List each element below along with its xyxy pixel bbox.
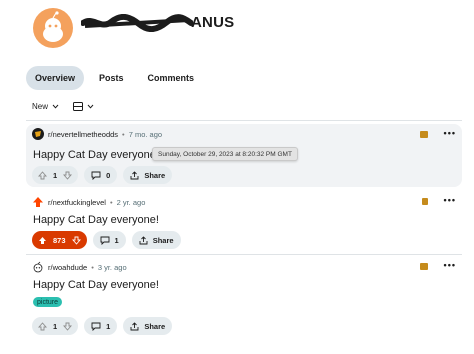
comment-icon (91, 322, 101, 331)
snoo-icon (43, 11, 63, 42)
comment-icon (100, 236, 109, 245)
more-options-icon[interactable]: ••• (444, 128, 456, 138)
post-meta: r/woahdude • 3 yr. ago (32, 261, 127, 273)
post-meta: r/nevertellmetheodds • 7 mo. ago (32, 128, 162, 140)
profile-header: ANUS (33, 8, 234, 48)
tab-comments[interactable]: Comments (139, 66, 204, 90)
more-options-icon[interactable]: ••• (444, 260, 456, 270)
post-title[interactable]: Happy Cat Day everyone! (33, 149, 159, 161)
share-button[interactable]: Share (123, 166, 173, 184)
post-age: 2 yr. ago (116, 197, 146, 207)
comment-count: 1 (114, 235, 119, 245)
subreddit-icon (33, 261, 43, 273)
upvote-icon[interactable] (38, 236, 47, 245)
vote-count: 1 (53, 170, 58, 180)
post-actions: 1 0 Share (32, 166, 173, 184)
post-card[interactable]: r/woahdude • 3 yr. ago ••• Happy Cat Day… (26, 257, 462, 347)
vote-count: 1 (53, 321, 58, 331)
chevron-down-icon (87, 104, 94, 109)
downvote-icon[interactable] (63, 171, 73, 180)
divider (26, 254, 462, 255)
separator-dot: • (122, 129, 125, 139)
more-options-icon[interactable]: ••• (444, 195, 456, 205)
card-view-icon (73, 102, 84, 111)
vote-control: 1 (32, 317, 79, 335)
vote-control: 873 (32, 231, 87, 249)
tab-posts[interactable]: Posts (90, 66, 133, 90)
lock-icon (422, 198, 428, 205)
mod-icon[interactable] (420, 263, 428, 270)
post-actions: 1 1 Share (32, 317, 173, 335)
divider (26, 120, 462, 121)
view-dropdown[interactable] (73, 102, 94, 111)
subreddit-name[interactable]: r/nextfuckinglevel (48, 198, 106, 207)
post-meta: r/nextfuckinglevel • 2 yr. ago (32, 196, 145, 208)
post-actions: 873 1 Share (32, 231, 181, 249)
comments-button[interactable]: 0 (84, 166, 118, 184)
post-title[interactable]: Happy Cat Day everyone! (33, 214, 159, 226)
comment-count: 0 (106, 170, 111, 180)
share-icon (139, 235, 148, 244)
post-flair: picture (33, 297, 63, 307)
separator-dot: • (109, 197, 113, 207)
username: ANUS (191, 14, 235, 31)
chevron-down-icon (52, 104, 59, 109)
username-container: ANUS (81, 14, 251, 32)
share-button[interactable]: Share (123, 317, 173, 335)
share-label: Share (144, 170, 166, 180)
sort-label: New (32, 102, 49, 111)
comments-button[interactable]: 1 (92, 231, 126, 249)
upvote-icon[interactable] (38, 170, 47, 180)
comment-icon (91, 171, 101, 180)
profile-tabs: Overview Posts Comments (26, 66, 203, 90)
vote-control: 1 (32, 166, 79, 184)
downvote-icon[interactable] (71, 236, 81, 245)
post-card[interactable]: r/nextfuckinglevel • 2 yr. ago ••• Happy… (26, 190, 462, 252)
avatar[interactable] (33, 8, 73, 48)
subreddit-name[interactable]: r/woahdude (48, 263, 87, 272)
sort-bar: New (32, 102, 94, 111)
post-age: 7 mo. ago (128, 129, 163, 139)
tab-overview[interactable]: Overview (26, 66, 85, 90)
comments-button[interactable]: 1 (84, 317, 118, 335)
share-button[interactable]: Share (131, 231, 181, 249)
subreddit-name[interactable]: r/nevertellmetheodds (48, 130, 118, 139)
timestamp-tooltip: Sunday, October 29, 2023 at 8:20:32 PM G… (152, 147, 298, 161)
comment-count: 1 (106, 321, 111, 331)
share-icon (130, 321, 139, 330)
share-label: Share (144, 321, 166, 331)
subreddit-icon (32, 128, 44, 140)
upvote-icon[interactable] (38, 321, 47, 331)
share-icon (130, 170, 139, 179)
subreddit-icon (33, 197, 43, 207)
share-label: Share (152, 235, 174, 245)
downvote-icon[interactable] (63, 322, 73, 331)
redaction-scribble (81, 14, 193, 32)
separator-dot: • (91, 262, 94, 272)
post-age: 3 yr. ago (97, 262, 127, 272)
mod-icon[interactable] (420, 131, 428, 138)
post-title[interactable]: Happy Cat Day everyone! (33, 279, 159, 291)
sort-dropdown[interactable]: New (32, 102, 59, 111)
vote-count: 873 (53, 235, 66, 245)
